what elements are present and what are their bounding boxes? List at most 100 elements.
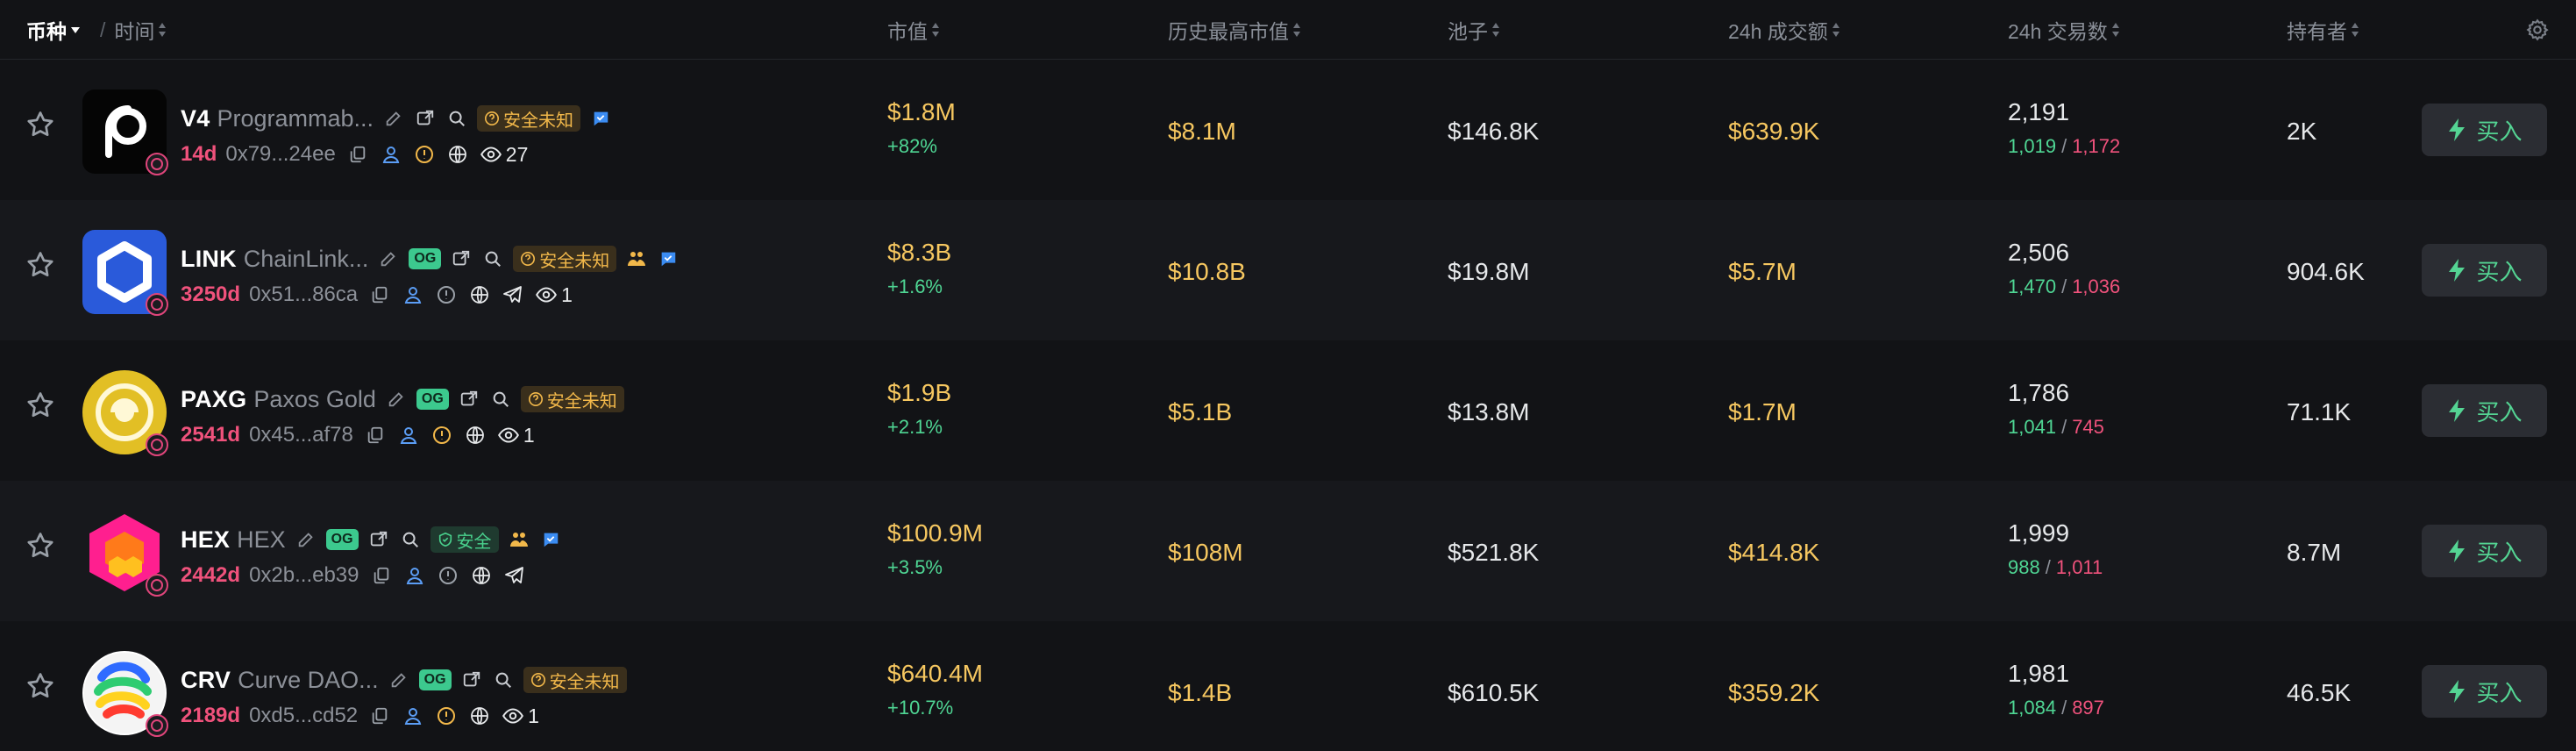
question-icon xyxy=(530,672,545,688)
contract-address[interactable]: 0x2b...eb39 xyxy=(249,563,359,588)
star-icon[interactable] xyxy=(25,530,56,561)
search-icon[interactable] xyxy=(492,669,515,691)
header-mcap-sort[interactable]: 市值 xyxy=(887,0,940,60)
sort-icon xyxy=(2111,23,2120,37)
buy-button[interactable]: 买入 xyxy=(2422,104,2547,156)
holders-count: 2K xyxy=(2287,118,2317,145)
safety-badge[interactable]: 安全未知 xyxy=(513,246,617,272)
txs-24h: 1,999 xyxy=(2008,519,2070,547)
caret-down-icon xyxy=(71,26,80,33)
header-holders-sort[interactable]: 持有者 xyxy=(2287,0,2359,60)
table-row[interactable]: V4 Programmab... 安全未知 14d 0x79...24ee 27… xyxy=(0,60,2576,200)
star-icon[interactable] xyxy=(25,109,56,140)
sort-icon xyxy=(159,23,167,37)
buy-button[interactable]: 买入 xyxy=(2422,244,2547,297)
token-title: V4 Programmab... 安全未知 xyxy=(181,104,612,133)
copy-icon[interactable] xyxy=(364,424,387,447)
header-pool-sort[interactable]: 池子 xyxy=(1448,0,1500,60)
safety-badge[interactable]: 安全未知 xyxy=(477,105,580,132)
table-row[interactable]: HEX HEX OG 安全 2442d 0x2b...eb39 $100.9M … xyxy=(0,481,2576,621)
header-vol-label: 24h 成交额 xyxy=(1728,20,1828,43)
buy-sell-split: 1,470/1,036 xyxy=(2008,275,2121,297)
gear-icon[interactable] xyxy=(2525,18,2550,42)
header-ath-label: 历史最高市值 xyxy=(1168,20,1289,43)
copy-icon[interactable] xyxy=(370,564,393,587)
safety-label: 安全未知 xyxy=(546,391,617,411)
contract-address[interactable]: 0x51...86ca xyxy=(249,283,358,307)
user-icon[interactable] xyxy=(402,705,424,727)
search-icon[interactable] xyxy=(399,528,422,551)
globe-icon[interactable] xyxy=(468,705,491,727)
token-symbol: HEX xyxy=(181,526,231,553)
contract-address[interactable]: 0xd5...cd52 xyxy=(249,704,358,728)
globe-icon[interactable] xyxy=(446,143,469,166)
share-icon[interactable] xyxy=(367,528,390,551)
buy-button[interactable]: 买入 xyxy=(2422,665,2547,718)
share-icon[interactable] xyxy=(460,669,483,691)
buy-sell-split: 1,041/745 xyxy=(2008,416,2104,438)
copy-icon[interactable] xyxy=(368,705,391,727)
search-icon[interactable] xyxy=(445,107,468,130)
copy-icon[interactable] xyxy=(346,143,369,166)
edit-icon[interactable] xyxy=(382,107,405,130)
edit-icon[interactable] xyxy=(385,388,408,411)
buy-label: 买入 xyxy=(2476,539,2523,566)
star-icon[interactable] xyxy=(25,390,56,421)
share-icon[interactable] xyxy=(414,107,437,130)
header-txs-sort[interactable]: 24h 交易数 xyxy=(2008,0,2120,60)
user-icon[interactable] xyxy=(380,143,402,166)
search-icon[interactable] xyxy=(481,247,504,270)
user-icon[interactable] xyxy=(403,564,426,587)
globe-icon[interactable] xyxy=(470,564,493,587)
header-time-sort[interactable]: / 时间 xyxy=(91,0,167,60)
buy-label: 买入 xyxy=(2476,118,2523,145)
header-txs-label: 24h 交易数 xyxy=(2008,20,2108,43)
buy-count: 1,041 xyxy=(2008,416,2057,438)
header-ath-sort[interactable]: 历史最高市值 xyxy=(1168,0,1301,60)
table-row[interactable]: PAXG Paxos Gold OG 安全未知 2541d 0x45...af7… xyxy=(0,340,2576,481)
market-cap: $640.4M xyxy=(887,660,983,687)
view-count: 1 xyxy=(561,283,573,306)
safety-badge[interactable]: 安全未知 xyxy=(520,386,624,412)
token-name: Programmab... xyxy=(217,104,374,132)
token-name: ChainLink... xyxy=(243,245,369,272)
share-icon[interactable] xyxy=(450,247,473,270)
question-icon xyxy=(521,251,536,267)
eye-icon xyxy=(502,705,524,727)
user-icon[interactable] xyxy=(397,424,420,447)
header-vol-sort[interactable]: 24h 成交额 xyxy=(1728,0,1840,60)
ath-market-cap: $5.1B xyxy=(1168,398,1233,426)
share-icon[interactable] xyxy=(458,388,480,411)
contract-address[interactable]: 0x79...24ee xyxy=(225,142,335,167)
safety-badge[interactable]: 安全 xyxy=(430,526,499,553)
table-row[interactable]: CRV Curve DAO... OG 安全未知 2189d 0xd5...cd… xyxy=(0,621,2576,751)
token-title: LINK ChainLink... OG 安全未知 xyxy=(181,244,680,274)
table-row[interactable]: LINK ChainLink... OG 安全未知 3250d 0x51...8… xyxy=(0,200,2576,340)
search-icon[interactable] xyxy=(489,388,512,411)
telegram-icon[interactable] xyxy=(503,564,526,587)
buy-button[interactable]: 买入 xyxy=(2422,525,2547,577)
buy-button[interactable]: 买入 xyxy=(2422,384,2547,437)
header-holders-label: 持有者 xyxy=(2287,20,2347,43)
edit-icon[interactable] xyxy=(377,247,400,270)
token-age: 3250d xyxy=(181,283,241,306)
star-icon[interactable] xyxy=(25,249,56,281)
verified-chat-icon xyxy=(589,107,612,130)
lightning-icon xyxy=(2449,680,2466,703)
safety-badge[interactable]: 安全未知 xyxy=(523,667,627,693)
warning-icon xyxy=(435,705,458,727)
header-coin-sort[interactable]: 币种 xyxy=(26,0,80,60)
globe-icon[interactable] xyxy=(464,424,487,447)
edit-icon[interactable] xyxy=(388,669,410,691)
edit-icon[interactable] xyxy=(295,528,317,551)
token-name: HEX xyxy=(237,526,286,553)
token-meta: 2442d 0x2b...eb39 xyxy=(181,561,526,590)
market-cap-change: +10.7% xyxy=(887,697,954,719)
telegram-icon[interactable] xyxy=(502,283,524,306)
copy-icon[interactable] xyxy=(368,283,391,306)
globe-icon[interactable] xyxy=(468,283,491,306)
user-icon[interactable] xyxy=(402,283,424,306)
star-icon[interactable] xyxy=(25,670,56,702)
contract-address[interactable]: 0x45...af78 xyxy=(249,423,353,447)
token-symbol: PAXG xyxy=(181,385,247,412)
